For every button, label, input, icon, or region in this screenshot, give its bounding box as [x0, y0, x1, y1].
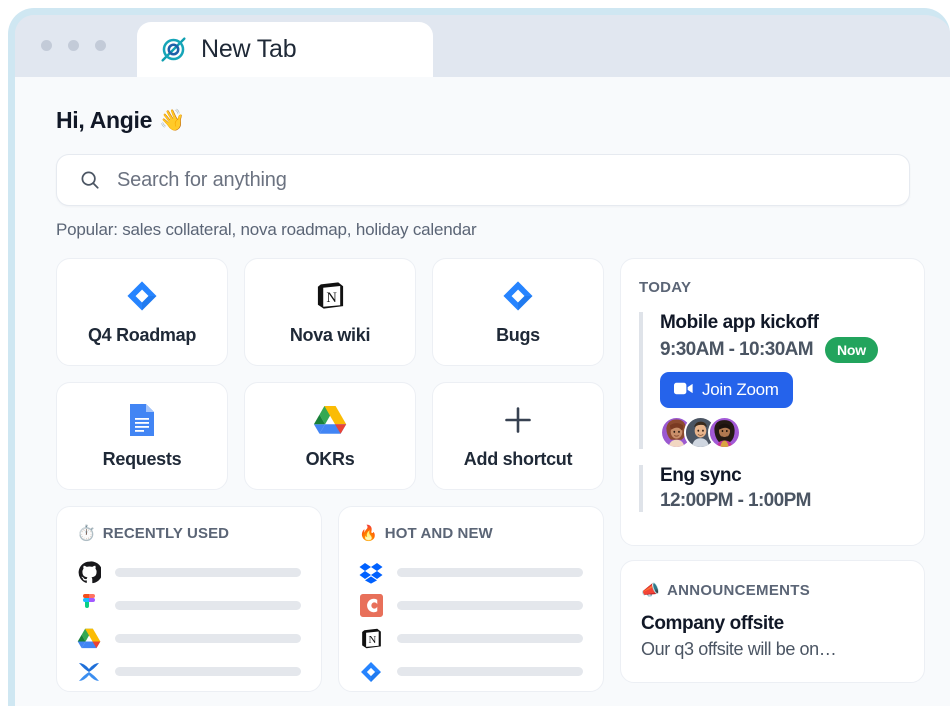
hot-and-new-title: 🔥 HOT AND NEW	[359, 525, 583, 542]
right-column: TODAY Mobile app kickoff 9:30AM - 10:30A…	[620, 258, 925, 692]
dashboard-grid: Q4 Roadmap N Nova wiki Bugs Requests OKR…	[56, 258, 925, 692]
greeting-text: Hi, Angie	[56, 107, 153, 133]
list-item[interactable]	[77, 655, 301, 688]
skeleton-line	[397, 568, 583, 577]
calendar-event[interactable]: Eng sync 12:00PM - 1:00PM	[639, 465, 906, 512]
event-time-row: 9:30AM - 10:30AM Now	[660, 337, 906, 363]
megaphone-icon: 📣	[641, 582, 660, 599]
search-input[interactable]: Search for anything	[117, 169, 287, 192]
skeleton-line	[397, 667, 583, 676]
list-item[interactable]	[359, 589, 583, 622]
notion-icon: N	[315, 279, 346, 313]
shortcut-label: Bugs	[496, 324, 540, 345]
shortcut-label: Requests	[102, 448, 182, 469]
shortcut-tile-okrs[interactable]: OKRs	[244, 382, 416, 490]
github-icon	[77, 561, 101, 585]
skeleton-line	[397, 634, 583, 643]
skeleton-line	[397, 601, 583, 610]
join-zoom-label: Join Zoom	[702, 380, 779, 399]
skeleton-line	[115, 634, 301, 643]
list-item[interactable]	[359, 556, 583, 589]
tab-new-tab[interactable]: New Tab	[137, 22, 433, 77]
announcements-title: 📣 ANNOUNCEMENTS	[641, 581, 906, 600]
shortcut-label: OKRs	[305, 448, 355, 469]
jira-icon	[359, 660, 383, 684]
confluence-c-icon	[359, 594, 383, 618]
event-name: Mobile app kickoff	[660, 312, 819, 333]
list-item[interactable]	[77, 589, 301, 622]
status-badge: Now	[825, 337, 878, 363]
attendee-avatars[interactable]	[660, 416, 906, 449]
browser-window: New Tab Hi, Angie 👋 Search for anything …	[8, 8, 950, 706]
shortcut-tile-requests[interactable]: Requests	[56, 382, 228, 490]
new-tab-page: Hi, Angie 👋 Search for anything Popular:…	[15, 77, 950, 706]
popular-searches-label: Popular: sales collateral, nova roadmap,…	[56, 220, 477, 239]
maximize-window-button[interactable]	[95, 40, 106, 51]
notion-icon: N	[359, 627, 383, 651]
plus-icon	[503, 403, 533, 437]
svg-text:N: N	[326, 290, 337, 306]
google-drive-icon	[77, 627, 101, 651]
avatar[interactable]	[708, 416, 741, 449]
today-card: TODAY Mobile app kickoff 9:30AM - 10:30A…	[620, 258, 925, 546]
jira-icon	[502, 279, 534, 313]
waving-hand-icon: 👋	[159, 109, 185, 132]
section-label: RECENTLY USED	[102, 525, 230, 542]
page-title: Hi, Angie 👋	[56, 107, 910, 134]
airtable-x-icon	[77, 660, 101, 684]
list-item[interactable]	[77, 622, 301, 655]
stopwatch-icon: ⏱️	[77, 525, 96, 542]
minimize-window-button[interactable]	[68, 40, 79, 51]
announcement-headline[interactable]: Company offsite	[641, 613, 906, 635]
window-controls	[41, 40, 106, 51]
section-label: HOT AND NEW	[384, 525, 493, 542]
jira-icon	[126, 279, 158, 313]
recently-used-card: ⏱️ RECENTLY USED	[56, 506, 322, 692]
fire-icon: 🔥	[359, 525, 378, 542]
left-column: Q4 Roadmap N Nova wiki Bugs Requests OKR…	[56, 258, 604, 692]
tab-title: New Tab	[201, 35, 297, 63]
shortcut-label: Add shortcut	[463, 448, 573, 469]
announcements-card: 📣 ANNOUNCEMENTS Company offsite Our q3 o…	[620, 560, 925, 683]
announcement-body: Our q3 offsite will be on…	[641, 639, 837, 659]
svg-text:N: N	[368, 634, 376, 646]
google-drive-icon	[313, 403, 347, 437]
list-item[interactable]: N	[359, 622, 583, 655]
skeleton-line	[115, 601, 301, 610]
hot-and-new-card: 🔥 HOT AND NEW N	[338, 506, 604, 692]
close-window-button[interactable]	[41, 40, 52, 51]
figma-icon	[77, 593, 101, 618]
dropbox-icon	[359, 561, 383, 585]
today-title: TODAY	[639, 279, 692, 296]
event-time: 9:30AM - 10:30AM	[660, 339, 814, 360]
shortcut-tile-q4-roadmap[interactable]: Q4 Roadmap	[56, 258, 228, 366]
skeleton-line	[115, 667, 301, 676]
shortcut-label: Q4 Roadmap	[87, 324, 197, 345]
calendar-event[interactable]: Mobile app kickoff 9:30AM - 10:30AM Now	[639, 312, 906, 449]
skeleton-line	[115, 568, 301, 577]
section-label: ANNOUNCEMENTS	[666, 581, 811, 599]
join-zoom-button[interactable]: Join Zoom	[660, 372, 793, 408]
shortcut-grid: Q4 Roadmap N Nova wiki Bugs Requests OKR…	[56, 258, 604, 490]
event-name: Eng sync	[660, 465, 742, 486]
shortcut-tile-nova-wiki[interactable]: N Nova wiki	[244, 258, 416, 366]
event-time-row: 12:00PM - 1:00PM	[660, 490, 906, 512]
shortcut-label: Nova wiki	[289, 324, 371, 345]
search-bar[interactable]: Search for anything	[56, 154, 910, 206]
shortcut-tile-bugs[interactable]: Bugs	[432, 258, 604, 366]
list-item[interactable]	[359, 655, 583, 688]
target-logo-icon	[159, 35, 188, 64]
list-cards: ⏱️ RECENTLY USED 🔥 HOT AND NEW N	[56, 506, 604, 692]
google-docs-icon	[128, 403, 156, 437]
video-camera-icon	[674, 380, 693, 400]
add-shortcut-button[interactable]: Add shortcut	[432, 382, 604, 490]
search-icon	[79, 169, 101, 191]
list-item[interactable]	[77, 556, 301, 589]
event-time: 12:00PM - 1:00PM	[660, 490, 812, 511]
tab-strip: New Tab	[15, 15, 950, 77]
recently-used-title: ⏱️ RECENTLY USED	[77, 525, 301, 542]
